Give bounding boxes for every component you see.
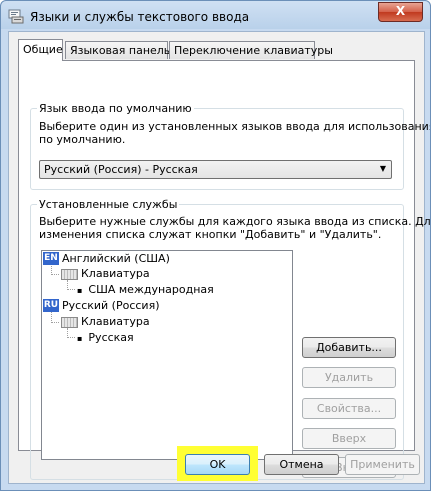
add-button-label: Добавить...	[316, 341, 382, 354]
ok-button-label: OK	[209, 458, 226, 471]
ru-language-icon: RU	[43, 299, 59, 312]
move-up-button-label: Вверх	[331, 432, 367, 445]
tab-keyboard-switching[interactable]: Переключение клавиатуры	[169, 41, 333, 59]
apply-button[interactable]: Применить	[345, 454, 420, 475]
dialog-window: Языки и службы текстового ввода X Общие …	[0, 0, 431, 491]
tree-connector	[67, 337, 75, 338]
window-title: Языки и службы текстового ввода	[30, 10, 250, 24]
title-bar[interactable]: Языки и службы текстового ввода X	[1, 1, 430, 31]
bullet-icon: ▪	[77, 286, 83, 295]
tab-panel-general: Язык ввода по умолчанию Выберите один из…	[18, 60, 430, 480]
default-language-desc-line2: по умолчанию.	[39, 133, 126, 146]
tab-general-label: Общие	[23, 43, 63, 56]
tree-item-english[interactable]: EN Английский (США)	[43, 252, 170, 266]
remove-button[interactable]: Удалить	[302, 367, 396, 388]
default-language-selected-value: Русский (Россия) - Русская	[44, 163, 198, 176]
installed-services-group: Установленные службы Выберите нужные слу…	[30, 198, 430, 480]
tree-item-russian-label: Русский (Россия)	[62, 299, 160, 312]
tab-general[interactable]: Общие	[18, 39, 63, 61]
tab-language-bar-label: Языковая панель	[70, 44, 171, 57]
default-language-desc-line1: Выберите один из установленных языков вв…	[39, 120, 431, 133]
close-button[interactable]: X	[378, 2, 423, 22]
tree-connector	[51, 274, 59, 275]
tree-item-keyboard-ru[interactable]: Клавиатура	[61, 315, 150, 329]
installed-services-desc-line2: изменения списка служат кнопки "Добавить…	[39, 228, 382, 241]
tree-connector	[67, 289, 75, 290]
tree-item-keyboard-ru-label: Клавиатура	[81, 315, 150, 328]
cancel-button-label: Отмена	[279, 458, 324, 471]
tab-keyboard-switching-label: Переключение клавиатуры	[174, 44, 333, 57]
tree-item-english-label: Английский (США)	[62, 252, 170, 265]
tree-connector	[51, 322, 59, 323]
tree-item-keyboard-en[interactable]: Клавиатура	[61, 267, 150, 281]
tree-item-keyboard-en-label: Клавиатура	[81, 267, 150, 280]
ok-button[interactable]: OK	[185, 454, 250, 475]
services-tree[interactable]: EN Английский (США) Клавиатура ▪ США между…	[41, 250, 293, 460]
default-language-legend: Язык ввода по умолчанию	[37, 102, 194, 115]
cancel-button[interactable]: Отмена	[264, 454, 339, 475]
tree-item-russian-layout-label: Русская	[88, 331, 134, 344]
tab-language-bar[interactable]: Языковая панель	[65, 41, 171, 59]
bullet-icon: ▪	[77, 334, 83, 343]
close-icon: X	[395, 4, 406, 18]
move-up-button[interactable]: Вверх	[302, 428, 396, 449]
tree-item-russian-layout[interactable]: ▪ Русская	[77, 331, 134, 345]
remove-button-label: Удалить	[324, 371, 374, 384]
properties-button[interactable]: Свойства...	[302, 398, 396, 419]
properties-button-label: Свойства...	[316, 402, 382, 415]
chevron-down-icon: ▼	[379, 164, 386, 173]
default-language-group: Язык ввода по умолчанию Выберите один из…	[30, 102, 430, 190]
add-button[interactable]: Добавить...	[302, 337, 396, 358]
installed-services-desc-line1: Выберите нужные службы для каждого языка…	[39, 215, 431, 228]
tree-item-us-international-label: США международная	[88, 283, 214, 296]
keyboard-icon	[61, 269, 78, 280]
keyboard-language-icon	[8, 9, 24, 24]
en-language-icon: EN	[43, 252, 59, 265]
dialog-client-area: Общие Языковая панель Переключение клави…	[8, 31, 430, 484]
installed-services-legend: Установленные службы	[37, 198, 180, 211]
apply-button-label: Применить	[350, 458, 415, 471]
tree-item-russian[interactable]: RU Русский (Россия)	[43, 299, 160, 313]
tree-item-us-international[interactable]: ▪ США международная	[77, 283, 214, 297]
default-language-select[interactable]: Русский (Россия) - Русская ▼	[39, 160, 392, 179]
keyboard-icon	[61, 317, 78, 328]
